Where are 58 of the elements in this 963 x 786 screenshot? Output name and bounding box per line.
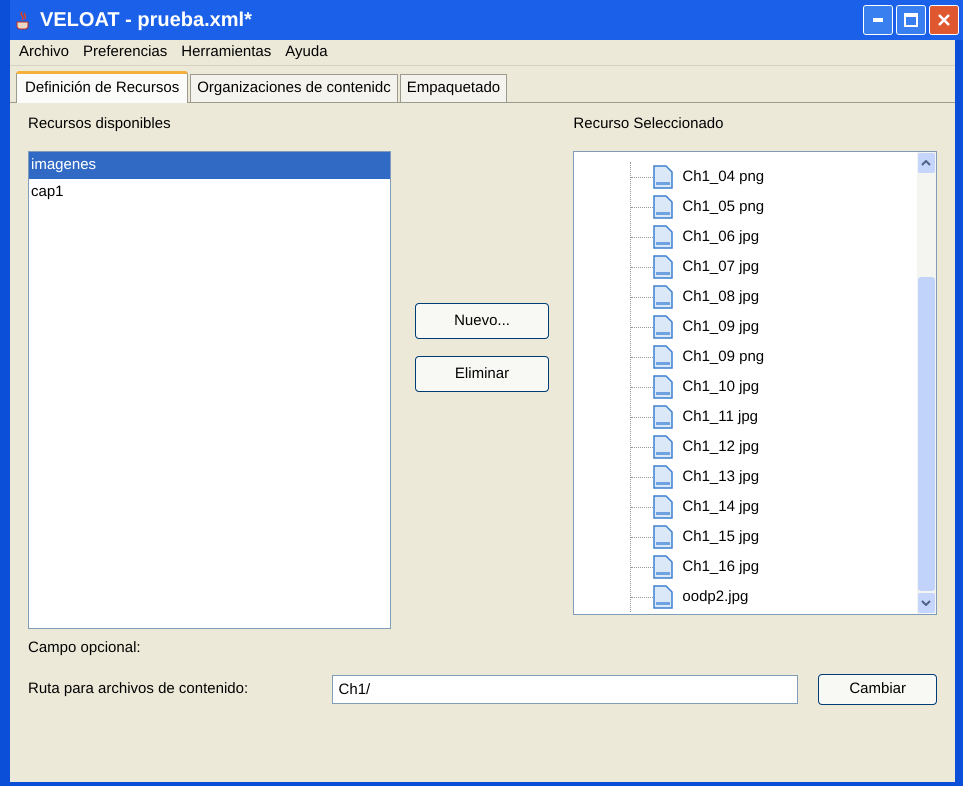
maximize-icon [904, 13, 918, 27]
change-button[interactable]: Cambiar [818, 674, 937, 704]
file-icon [653, 315, 674, 339]
path-field[interactable]: Ch1/ [332, 674, 798, 704]
file-item[interactable]: Ch1_06 jpg [682, 226, 760, 248]
list-item[interactable]: imagenes [29, 152, 390, 179]
action-button[interactable]: Eliminar [415, 356, 549, 392]
file-icon [653, 285, 674, 309]
file-item[interactable]: Ch1_16 jpg [682, 556, 760, 578]
file-item[interactable]: Ch1_09 jpg [682, 316, 760, 338]
file-item[interactable]: Ch1_11 jpg [682, 406, 758, 428]
file-item[interactable]: Ch1_07 jpg [682, 256, 760, 278]
file-item[interactable]: Ch1_09 png [682, 346, 764, 368]
file-icon [653, 495, 674, 519]
file-icon [653, 465, 674, 489]
file-icon [653, 195, 674, 219]
file-icon [653, 345, 674, 369]
file-item[interactable]: oodp2.jpg [682, 586, 748, 608]
file-item[interactable]: Ch1_14 jpg [682, 496, 760, 518]
scroll-down-button[interactable] [918, 593, 935, 613]
file-item[interactable]: Ch1_04 png [682, 166, 764, 188]
file-icon [653, 435, 674, 459]
maximize-button[interactable] [896, 5, 926, 35]
action-button[interactable]: Nuevo... [415, 303, 549, 339]
file-icon [653, 555, 674, 579]
optional-label: Campo opcional: [28, 638, 142, 658]
menu-item[interactable]: Preferencias [83, 41, 168, 64]
file-item[interactable]: Ch1_12 jpg [682, 436, 760, 458]
file-item[interactable]: Ch1_13 jpg [682, 466, 760, 488]
file-item[interactable]: Ch1_05 png [682, 196, 764, 218]
file-icon [653, 525, 674, 549]
tab[interactable]: Organizaciones de contenidc [190, 74, 398, 102]
file-icon [653, 585, 674, 609]
minimize-button[interactable] [863, 5, 893, 35]
path-label: Ruta para archivos de contenido: [28, 678, 250, 699]
file-icon [653, 225, 674, 249]
tab[interactable]: Definición de Recursos [16, 71, 188, 103]
file-icon [653, 405, 674, 429]
menu-item[interactable]: Ayuda [285, 41, 328, 64]
tab[interactable]: Empaquetado [400, 74, 508, 102]
close-icon [937, 13, 951, 27]
list-item[interactable]: cap1 [29, 179, 390, 206]
file-item[interactable]: Ch1_15 jpg [682, 526, 760, 548]
menu-item[interactable]: Archivo [19, 41, 70, 64]
scroll-thumb[interactable] [918, 277, 935, 591]
panel-label: Recurso Seleccionado [573, 114, 724, 134]
list-label: Recursos disponibles [28, 114, 172, 134]
close-button[interactable] [929, 5, 959, 35]
file-icon [653, 375, 674, 399]
menu-item[interactable]: Herramientas [181, 41, 272, 64]
scroll-up-button[interactable] [918, 153, 935, 173]
file-icon [653, 255, 674, 279]
minimize-icon [873, 18, 883, 22]
scrollbar[interactable] [916, 152, 936, 614]
window-title: VELOAT - prueba.xml* [40, 8, 253, 33]
file-item[interactable]: Ch1_10 jpg [682, 376, 760, 398]
file-item[interactable]: Ch1_08 jpg [682, 286, 760, 308]
file-icon [653, 165, 674, 189]
